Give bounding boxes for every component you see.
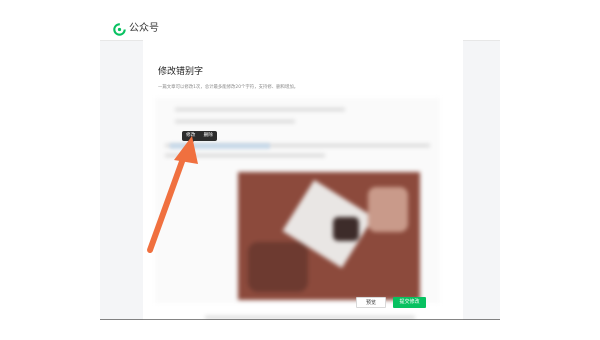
- article-photo: [238, 172, 420, 300]
- app-window: 公众号 修改错别字 一篇文章可以修改1次，总计最多能修改20个字符，支持修、删和…: [100, 18, 500, 320]
- app-name: 公众号: [129, 23, 159, 34]
- delete-button[interactable]: 删除: [204, 131, 213, 141]
- article-line: [165, 154, 325, 157]
- main-panel: 修改错别字 一篇文章可以修改1次，总计最多能修改20个字符，支持修、删和增加。: [143, 40, 463, 320]
- edit-button[interactable]: 修改: [186, 131, 195, 141]
- submit-edit-button[interactable]: 提交修改: [393, 297, 426, 308]
- selected-text-highlight[interactable]: [170, 143, 270, 149]
- edit-popup: 修改 删除: [182, 131, 217, 141]
- preview-button[interactable]: 预览: [356, 297, 386, 308]
- wechat-mp-logo-icon: [113, 23, 126, 36]
- page-description: 一篇文章可以修改1次，总计最多能修改20个字符，支持修、删和增加。: [158, 85, 299, 90]
- article-line: [175, 108, 345, 111]
- popup-caret: [188, 141, 194, 144]
- top-bar: 公众号: [100, 18, 500, 41]
- page-title: 修改错别字: [158, 67, 204, 77]
- bottom-divider: [100, 319, 500, 320]
- article-line: [175, 120, 295, 123]
- article-editor[interactable]: [155, 98, 440, 319]
